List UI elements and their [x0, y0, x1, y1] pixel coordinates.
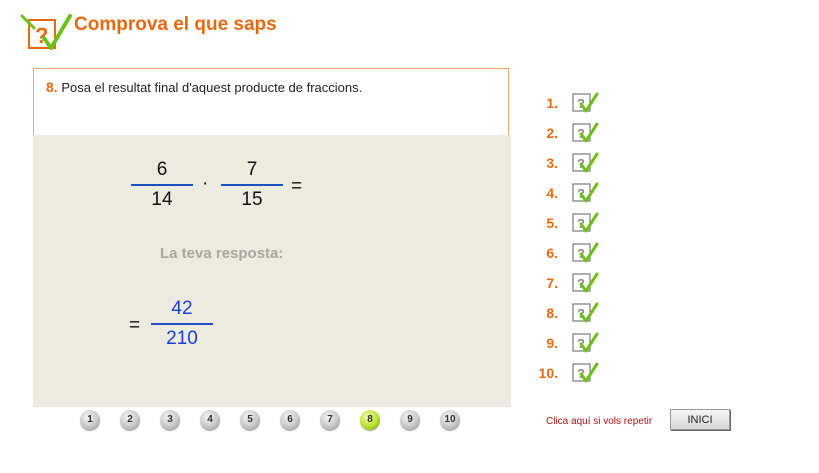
- page-title: Comprova el que saps: [74, 14, 277, 35]
- nav-button-4[interactable]: 4: [200, 410, 220, 430]
- question-check-icon: ?: [572, 182, 599, 203]
- question-box: 8. Posa el resultat final d'aquest produ…: [33, 68, 509, 136]
- fraction-2-numerator: 7: [246, 159, 258, 180]
- question-line: 8. Posa el resultat final d'aquest produ…: [46, 79, 362, 95]
- answer-list-number: 10.: [538, 365, 558, 381]
- answer-list-number: 6.: [546, 245, 558, 261]
- nav-button-9[interactable]: 9: [400, 410, 420, 430]
- nav-button-6[interactable]: 6: [280, 410, 300, 430]
- answer-numerator-input[interactable]: 42: [151, 297, 213, 321]
- multiply-operator: ·: [202, 173, 209, 194]
- answer-denominator-input[interactable]: 210: [151, 327, 213, 351]
- answer-list-number: 4.: [546, 185, 558, 201]
- nav-button-3[interactable]: 3: [160, 410, 180, 430]
- answer-list-item[interactable]: 7.?: [540, 272, 610, 294]
- repeat-text: Clica aquí si vols repetir: [546, 416, 653, 427]
- fraction-2: 7 15: [221, 158, 283, 212]
- answer-list-number: 8.: [546, 305, 558, 321]
- answer-list-number: 9.: [546, 335, 558, 351]
- answer-list-number: 1.: [546, 95, 558, 111]
- question-check-icon: ?: [572, 122, 599, 143]
- answer-equals-sign: =: [129, 315, 141, 336]
- work-area: 6 14 · 7 15 = La teva resposta: = 42 210: [33, 135, 511, 407]
- answer-fraction-bar: [151, 323, 213, 325]
- answer-list-item[interactable]: 4.?: [540, 182, 610, 204]
- nav-button-2[interactable]: 2: [120, 410, 140, 430]
- fraction-1-bar: [131, 184, 193, 186]
- question-check-icon: ?: [572, 302, 599, 323]
- answer-list-number: 3.: [546, 155, 558, 171]
- fraction-1-numerator: 6: [156, 159, 168, 180]
- header: ? Comprova el que saps: [20, 10, 420, 54]
- fraction-1-denominator: 14: [151, 189, 173, 210]
- answer-list-item[interactable]: 10.?: [539, 362, 610, 384]
- answer-list-item[interactable]: 5.?: [540, 212, 610, 234]
- answer-list-number: 5.: [546, 215, 558, 231]
- answer-list-number: 7.: [546, 275, 558, 291]
- fraction-2-bar: [221, 184, 283, 186]
- nav-button-7[interactable]: 7: [320, 410, 340, 430]
- answer-list-item[interactable]: 8.?: [540, 302, 610, 324]
- question-check-icon: ?: [572, 242, 599, 263]
- fraction-1: 6 14: [131, 158, 193, 212]
- nav-button-1[interactable]: 1: [80, 410, 100, 430]
- inici-button[interactable]: INICI: [670, 409, 730, 430]
- answer-list-item[interactable]: 1.?: [540, 92, 610, 114]
- nav-button-10[interactable]: 10: [440, 410, 460, 430]
- question-check-logo-icon: ?: [20, 14, 72, 50]
- question-check-icon: ?: [572, 152, 599, 173]
- question-check-icon: ?: [572, 212, 599, 233]
- answer-list-item[interactable]: 6.?: [540, 242, 610, 264]
- question-number: 8.: [46, 79, 58, 95]
- answer-fraction[interactable]: 42 210: [151, 297, 213, 351]
- nav-button-8[interactable]: 8: [360, 410, 380, 430]
- question-check-icon: ?: [572, 92, 599, 113]
- question-check-icon: ?: [572, 362, 599, 383]
- question-check-icon: ?: [572, 332, 599, 353]
- answer-list-item[interactable]: 3.?: [540, 152, 610, 174]
- answer-list-number: 2.: [546, 125, 558, 141]
- question-check-icon: ?: [572, 272, 599, 293]
- fraction-2-denominator: 15: [241, 189, 263, 210]
- answer-label: La teva resposta:: [160, 245, 284, 262]
- equals-sign: =: [291, 176, 303, 197]
- answer-list-item[interactable]: 9.?: [540, 332, 610, 354]
- nav-button-5[interactable]: 5: [240, 410, 260, 430]
- question-text: Posa el resultat final d'aquest producte…: [61, 80, 363, 95]
- answer-list-item[interactable]: 2.?: [540, 122, 610, 144]
